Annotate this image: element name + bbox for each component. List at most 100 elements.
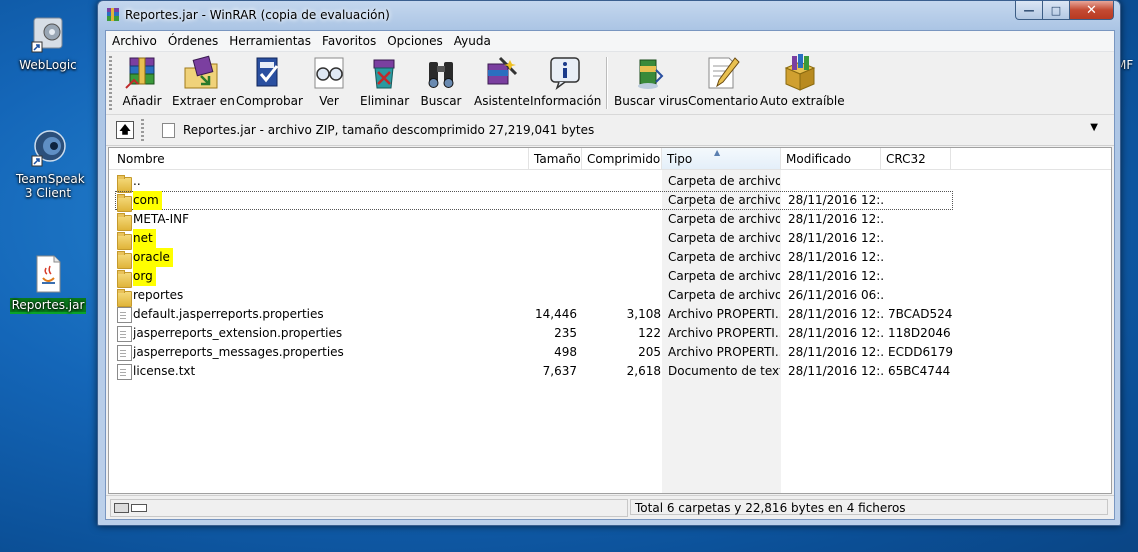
column-header-modified[interactable]: Modificado (781, 148, 881, 169)
file-icon (117, 307, 132, 323)
window-client: Archivo Órdenes Herramientas Favoritos O… (105, 30, 1115, 520)
extract-button[interactable]: Extraer en (172, 54, 235, 112)
file-packed (579, 229, 661, 248)
info-button[interactable]: Información (530, 54, 601, 112)
find-button[interactable]: Buscar (418, 54, 464, 112)
file-packed (579, 191, 661, 210)
file-row[interactable]: .. Carpeta de archivos (109, 172, 1111, 193)
desktop-icon-reportes-jar[interactable]: Reportes.jar (8, 254, 88, 312)
file-name: jasperreports_extension.properties (133, 326, 343, 340)
extract-icon (181, 54, 221, 92)
status-bar: Total 6 carpetas y 22,816 bytes en 4 fic… (106, 495, 1114, 518)
path-field[interactable]: Reportes.jar - archivo ZIP, tamaño desco… (152, 120, 1102, 140)
toolbar-label: Extraer en (172, 94, 235, 108)
toolbar-label: Buscar virus (614, 94, 689, 108)
desktop-icon-teamspeak[interactable]: TeamSpeak 3 Client (8, 128, 88, 200)
menu-bar: Archivo Órdenes Herramientas Favoritos O… (106, 31, 1114, 52)
menu-ayuda[interactable]: Ayuda (448, 31, 496, 51)
file-crc: 65BC4744 (888, 364, 951, 378)
file-modified: 28/11/2016 12:... (788, 250, 884, 264)
view-glasses-icon (309, 54, 349, 92)
file-row[interactable]: jasperreports_messages.properties 498 205 A… (109, 343, 1111, 362)
address-grip (141, 119, 144, 141)
path-text: Reportes.jar - archivo ZIP, tamaño desco… (183, 123, 595, 137)
file-modified: 28/11/2016 12:... (788, 212, 884, 226)
menu-opciones[interactable]: Opciones (381, 31, 448, 51)
key-icon[interactable] (131, 504, 147, 512)
close-button[interactable]: ✕ (1070, 1, 1114, 20)
file-row[interactable]: license.txt 7,637 2,618 Documento de texto 2… (109, 362, 1111, 381)
file-type: Carpeta de archivos (668, 250, 780, 264)
drive-icon[interactable] (114, 503, 129, 513)
file-type: Carpeta de archivos (668, 212, 780, 226)
file-row[interactable]: net Carpeta de archivos 28/11/2016 12:... (109, 229, 1111, 250)
sfx-button[interactable]: Auto extraíble (760, 54, 845, 112)
delete-button[interactable]: Eliminar (360, 54, 409, 112)
column-header-name[interactable]: Nombre (109, 148, 529, 169)
delete-icon (364, 54, 404, 92)
file-modified: 28/11/2016 12:... (788, 193, 884, 207)
file-name: .. (133, 174, 141, 188)
file-size (504, 210, 577, 229)
sort-ascending-icon: ▲ (714, 148, 721, 157)
up-folder-button[interactable]: 🡅 (116, 121, 134, 139)
file-size (504, 248, 577, 267)
wizard-button[interactable]: Asistente (474, 54, 530, 112)
column-header-size[interactable]: Tamaño (529, 148, 582, 169)
file-row[interactable]: default.jasperreports.properties 14,446 3,… (109, 305, 1111, 324)
file-list-header: Nombre Tamaño Comprimido ▲ Tipo Modifica… (109, 148, 1111, 170)
minimize-button[interactable]: — (1015, 1, 1043, 20)
desktop-icon-weblogic[interactable]: WebLogic (8, 14, 88, 72)
file-packed: 205 (638, 345, 661, 359)
file-row[interactable]: jasperreports_extension.properties 235 122… (109, 324, 1111, 343)
desktop-icon-label: TeamSpeak 3 Client (16, 172, 85, 200)
file-packed (579, 248, 661, 267)
column-header-packed[interactable]: Comprimido (582, 148, 662, 169)
file-row[interactable]: META-INF Carpeta de archivos 28/11/2016 12… (109, 210, 1111, 231)
column-header-type[interactable]: ▲ Tipo (662, 148, 781, 169)
file-size (504, 191, 577, 210)
menu-ordenes[interactable]: Órdenes (162, 31, 223, 51)
archive-doc-icon (162, 122, 175, 138)
toolbar: Añadir Extraer en Comprobar Ver Eliminar… (106, 52, 1114, 115)
toolbar-label: Auto extraíble (760, 94, 845, 108)
add-button[interactable]: Añadir (118, 54, 166, 112)
file-row[interactable]: com Carpeta de archivos 28/11/2016 12:... (109, 191, 1111, 212)
teamspeak-icon (28, 128, 68, 168)
virus-scan-button[interactable]: Buscar virus (614, 54, 689, 112)
toolbar-label: Añadir (122, 94, 162, 108)
menu-archivo[interactable]: Archivo (106, 31, 162, 51)
view-button[interactable]: Ver (308, 54, 350, 112)
toolbar-grip[interactable] (109, 56, 112, 110)
winrar-window: Reportes.jar - WinRAR (copia de evaluaci… (97, 0, 1121, 526)
file-modified: 28/11/2016 12:... (788, 326, 884, 340)
file-row[interactable]: org Carpeta de archivos 28/11/2016 12:... (109, 267, 1111, 288)
sfx-icon (780, 54, 820, 92)
test-button[interactable]: Comprobar (236, 54, 303, 112)
toolbar-label: Ver (319, 94, 339, 108)
file-modified: 28/11/2016 12:... (788, 364, 884, 378)
file-name: jasperreports_messages.properties (133, 345, 344, 359)
column-header-crc[interactable]: CRC32 (881, 148, 951, 169)
file-name: META-INF (133, 212, 190, 226)
chevron-down-icon[interactable]: ▼ (1090, 122, 1098, 133)
status-summary: Total 6 carpetas y 22,816 bytes en 4 fic… (630, 499, 1108, 515)
file-icon (117, 326, 132, 342)
file-type: Archivo PROPERTI... (668, 345, 780, 359)
menu-herramientas[interactable]: Herramientas (223, 31, 316, 51)
file-list: Nombre Tamaño Comprimido ▲ Tipo Modifica… (108, 147, 1112, 494)
file-row[interactable]: reportes Carpeta de archivos 26/11/2016 06… (109, 286, 1111, 307)
file-icon (117, 345, 132, 361)
file-crc (888, 229, 968, 248)
file-row[interactable]: oracle Carpeta de archivos 28/11/2016 12:.… (109, 248, 1111, 269)
file-type: Documento de texto (668, 364, 780, 378)
comment-button[interactable]: Comentario (688, 54, 758, 112)
file-crc (888, 267, 968, 286)
maximize-button[interactable]: □ (1043, 1, 1070, 20)
file-name: org (133, 267, 156, 286)
file-name: default.jasperreports.properties (133, 307, 324, 321)
title-bar[interactable]: Reportes.jar - WinRAR (copia de evaluaci… (98, 1, 1120, 29)
toolbar-label: Asistente (474, 94, 530, 108)
weblogic-icon (28, 14, 68, 54)
menu-favoritos[interactable]: Favoritos (316, 31, 381, 51)
